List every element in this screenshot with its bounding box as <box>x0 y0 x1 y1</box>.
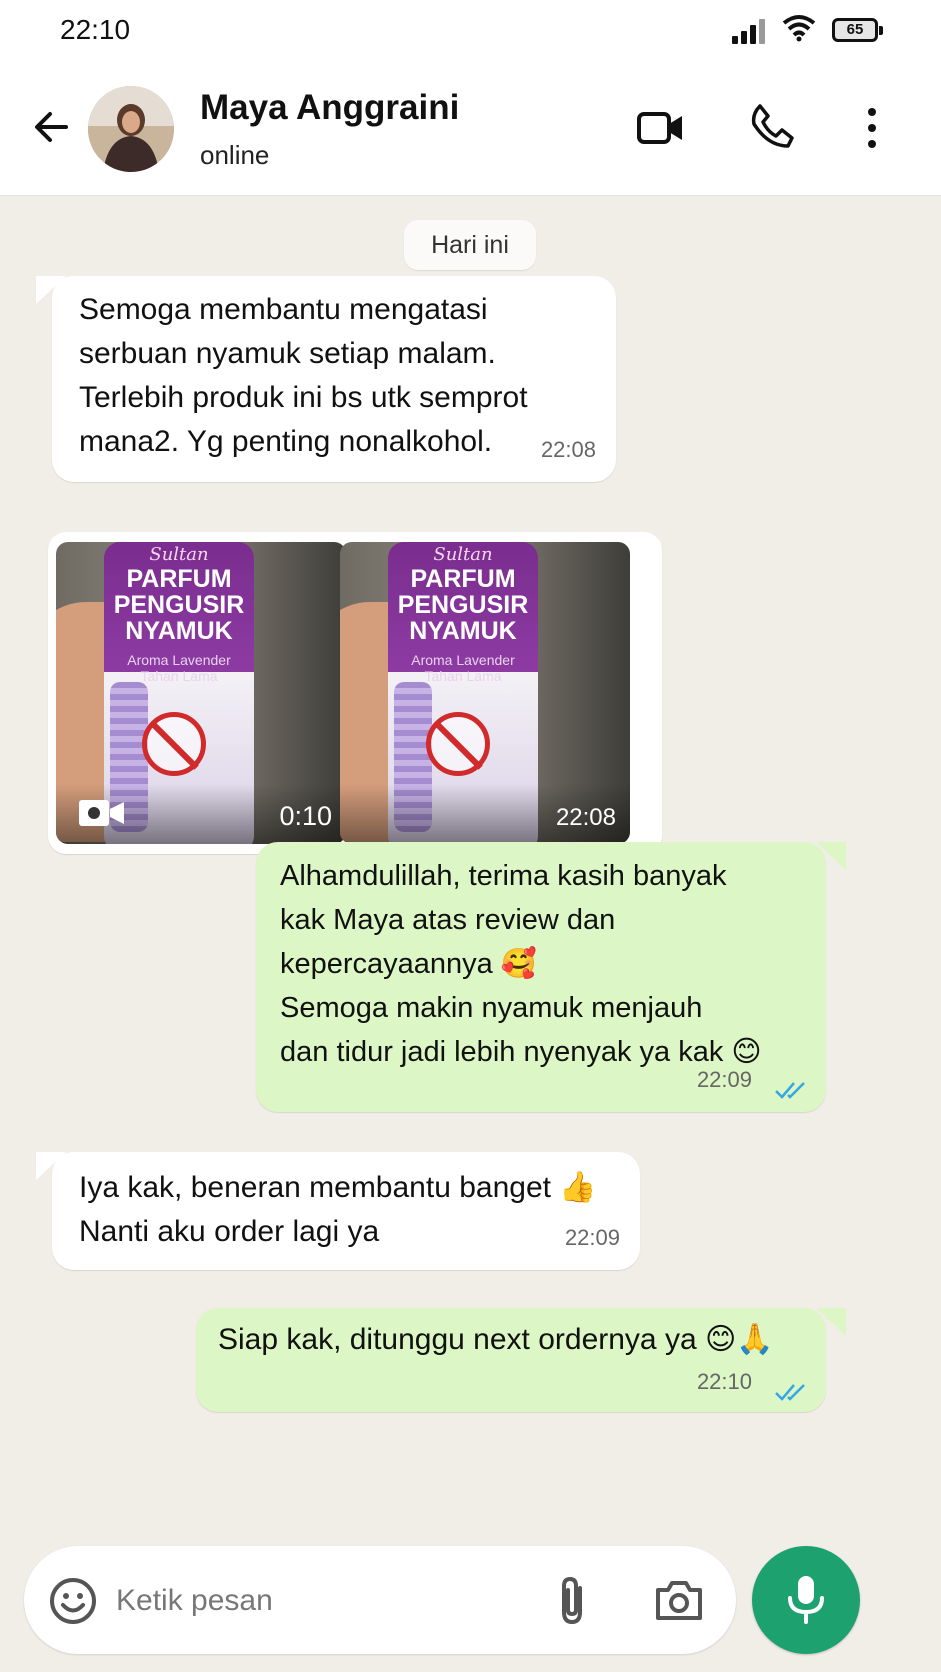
message-text: Siap kak, ditunggu next ordernya ya 😊🙏 <box>218 1323 774 1356</box>
video-call-icon[interactable] <box>636 106 686 150</box>
product-title: PARFUM PENGUSIR NYAMUK <box>113 565 245 645</box>
more-vert-icon[interactable] <box>860 106 884 150</box>
message-input[interactable] <box>116 1576 516 1626</box>
message-text: Semoga membantu mengatasi serbuan nyamuk… <box>79 293 528 458</box>
status-time: 22:10 <box>60 14 131 45</box>
video-camera-icon <box>79 800 124 826</box>
message-text: Iya kak, beneran membantu banget 👍 Nanti… <box>79 1171 597 1248</box>
video-thumbnail[interactable]: Sultan PARFUM PENGUSIR NYAMUK Aroma Lave… <box>56 542 346 844</box>
avatar[interactable] <box>88 86 174 172</box>
phone-icon[interactable] <box>748 102 796 150</box>
message-text: Alhamdulillah, terima kasih banyak kak M… <box>280 860 762 1068</box>
outgoing-message[interactable]: Alhamdulillah, terima kasih banyak kak M… <box>256 842 826 1112</box>
signal-icon <box>732 18 766 44</box>
no-mosquito-icon <box>142 712 206 776</box>
camera-icon[interactable] <box>654 1576 704 1622</box>
message-time: 22:08 <box>540 437 596 462</box>
product-title: PARFUM PENGUSIR NYAMUK <box>397 565 529 645</box>
message-time: 22:10 <box>696 1369 752 1394</box>
product-subtitle: Aroma Lavender Tahan Lama <box>411 652 515 684</box>
outgoing-message[interactable]: Siap kak, ditunggu next ordernya ya 😊🙏 2… <box>196 1308 826 1412</box>
attach-icon[interactable] <box>552 1574 592 1626</box>
incoming-message[interactable]: Iya kak, beneran membantu banget 👍 Nanti… <box>52 1152 640 1270</box>
emoji-icon[interactable] <box>48 1576 98 1626</box>
media-message: Sultan PARFUM PENGUSIR NYAMUK Aroma Lave… <box>48 532 662 854</box>
message-time: 22:09 <box>696 1067 752 1092</box>
double-check-icon <box>775 1384 805 1401</box>
message-time: 22:09 <box>564 1225 620 1250</box>
contact-status: online <box>200 140 270 170</box>
battery-icon: 65 <box>832 18 883 42</box>
product-brand: Sultan <box>433 544 493 565</box>
product-brand: Sultan <box>149 544 209 565</box>
incoming-message[interactable]: Semoga membantu mengatasi serbuan nyamuk… <box>52 276 616 482</box>
message-time: 22:08 <box>555 804 616 831</box>
contact-name[interactable]: Maya Anggraini <box>200 88 459 128</box>
video-duration: 0:10 <box>279 801 332 831</box>
no-mosquito-icon <box>426 712 490 776</box>
chat-area[interactable]: Hari ini Semoga membantu mengatasi serbu… <box>0 196 941 1544</box>
message-composer <box>24 1546 736 1654</box>
product-subtitle: Aroma Lavender Tahan Lama <box>127 652 231 684</box>
image-thumbnail[interactable]: Sultan PARFUM PENGUSIR NYAMUK Aroma Lave… <box>340 542 630 844</box>
status-bar: 22:10 65 <box>0 0 941 62</box>
mic-icon <box>788 1576 824 1624</box>
mic-button[interactable] <box>752 1546 860 1654</box>
back-arrow-icon[interactable] <box>30 106 72 148</box>
date-chip: Hari ini <box>404 220 536 270</box>
wifi-icon <box>782 15 816 42</box>
chat-header: Maya Anggraini online <box>0 62 941 196</box>
double-check-icon <box>775 1082 805 1099</box>
